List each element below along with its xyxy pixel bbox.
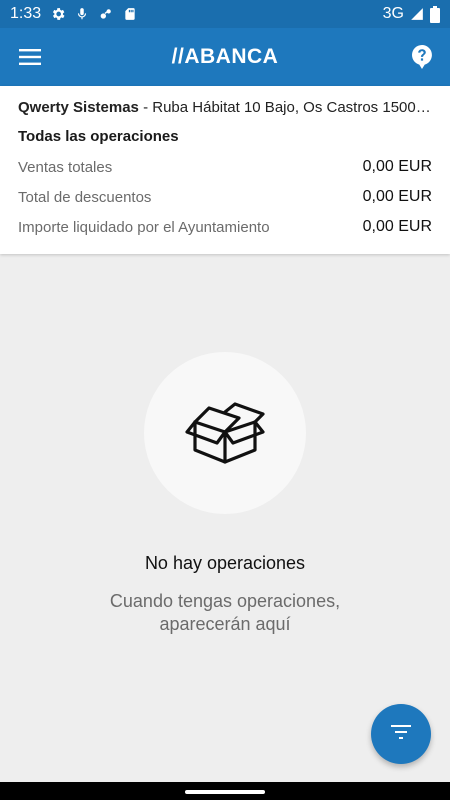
- signal-icon: [410, 7, 424, 21]
- merchant-address: - Ruba Hábitat 10 Bajo, Os Castros 15001…: [138, 99, 432, 116]
- status-bar: 1:33 3G: [0, 0, 450, 28]
- empty-state-subtitle-line2: aparecerán aquí: [159, 614, 291, 634]
- empty-state-subtitle-line1: Cuando tengas operaciones,: [109, 591, 341, 611]
- sync-icon: [98, 6, 114, 22]
- settings-icon: [50, 6, 66, 22]
- sd-card-icon: [123, 6, 137, 22]
- total-row-settled: Importe liquidado por el Ayuntamiento 0,…: [18, 212, 432, 242]
- home-gesture-handle[interactable]: [185, 790, 265, 794]
- filter-button[interactable]: [371, 704, 431, 764]
- help-icon[interactable]: [408, 43, 436, 71]
- row-value: 0,00 EUR: [362, 218, 432, 235]
- system-nav-bar: [0, 782, 450, 800]
- totals-list: Ventas totales 0,00 EUR Total de descuen…: [18, 152, 432, 242]
- row-label: Ventas totales: [18, 158, 113, 176]
- section-title: Todas las operaciones: [18, 128, 179, 145]
- merchant-name: Qwerty Sistemas: [18, 99, 139, 116]
- abanca-logo: //ABANCA: [171, 45, 279, 68]
- summary-card: Qwerty Sistemas - Ruba Hábitat 10 Bajo, …: [0, 86, 450, 254]
- mic-icon: [75, 6, 89, 22]
- hamburger-menu-icon[interactable]: [14, 43, 46, 71]
- app-toolbar: //ABANCA: [0, 28, 450, 86]
- row-label: Importe liquidado por el Ayuntamiento: [18, 218, 270, 236]
- total-row-sales: Ventas totales 0,00 EUR: [18, 152, 432, 182]
- row-value: 0,00 EUR: [362, 188, 432, 205]
- battery-icon: [430, 5, 440, 23]
- open-box-icon: [185, 398, 265, 469]
- network-type: 3G: [382, 5, 404, 22]
- empty-state-subtitle: Cuando tengas operaciones, aparecerán aq…: [60, 590, 390, 636]
- empty-state-illustration: [144, 352, 306, 514]
- row-value: 0,00 EUR: [362, 158, 432, 175]
- merchant-info: Qwerty Sistemas - Ruba Hábitat 10 Bajo, …: [18, 97, 432, 119]
- empty-state-title: No hay operaciones: [144, 553, 306, 573]
- total-row-discounts: Total de descuentos 0,00 EUR: [18, 182, 432, 212]
- filter-icon: [391, 724, 411, 744]
- status-time: 1:33: [10, 5, 42, 22]
- row-label: Total de descuentos: [18, 188, 152, 206]
